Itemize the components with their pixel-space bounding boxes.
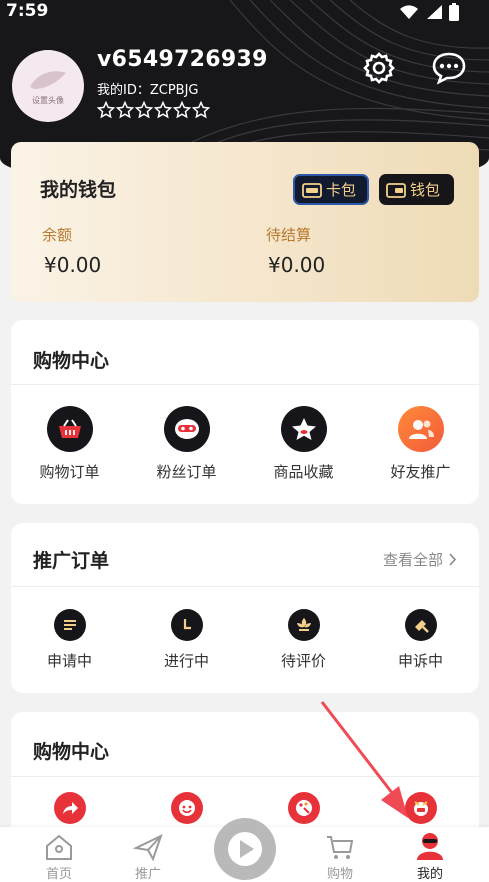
tab-promote[interactable]: 推广 xyxy=(108,833,188,882)
avatar[interactable]: 设置头像 xyxy=(12,50,84,122)
play-icon xyxy=(228,832,262,866)
divider xyxy=(11,384,479,385)
star-outline-icon xyxy=(173,101,191,119)
balance-value: ¥0.00 xyxy=(44,253,102,277)
status-time: 7:59 xyxy=(6,1,49,21)
palette-item[interactable] xyxy=(245,792,362,824)
wallet-label: 钱包 xyxy=(410,181,441,199)
chat-icon xyxy=(432,52,466,85)
view-all-label: 查看全部 xyxy=(382,551,443,569)
tab-home-label: 首页 xyxy=(45,867,72,882)
battery-icon xyxy=(449,3,459,21)
hammer-icon xyxy=(404,609,437,641)
smiley-icon xyxy=(170,792,203,824)
star-outline-icon xyxy=(154,101,172,119)
pending-label: 待结算 xyxy=(266,226,312,244)
friends-icon xyxy=(397,406,444,452)
fan-orders-label: 粉丝订单 xyxy=(156,463,217,481)
chevron-right-icon xyxy=(449,553,457,566)
promo-grid: 申请中 进行中 待评价 申诉中 xyxy=(11,609,479,671)
paper-plane-icon xyxy=(133,834,163,861)
settings-button[interactable] xyxy=(361,50,397,86)
gift-icon xyxy=(404,792,437,824)
balance-label: 余额 xyxy=(42,226,73,244)
star-outline-icon xyxy=(192,101,210,119)
user-id: 我的ID：ZCPBJG xyxy=(97,83,199,98)
shopping-center-title-2: 购物中心 xyxy=(33,741,110,763)
cart-icon xyxy=(327,836,354,859)
star-outline-icon xyxy=(116,101,134,119)
list-icon xyxy=(53,609,86,641)
share-icon xyxy=(53,792,86,824)
clock-icon xyxy=(170,609,203,641)
shopping-center-title: 购物中心 xyxy=(33,350,110,372)
shopping-orders-item[interactable]: 购物订单 xyxy=(11,406,128,482)
pending-review-item[interactable]: 待评价 xyxy=(245,609,362,671)
signal-icon xyxy=(427,5,442,19)
promo-orders-title: 推广订单 xyxy=(33,550,110,572)
card-icon xyxy=(302,182,322,198)
in-progress-item[interactable]: 进行中 xyxy=(128,609,245,671)
username: v6549726939 xyxy=(97,47,268,72)
pending-value: ¥0.00 xyxy=(268,253,326,277)
friend-promo-label: 好友推广 xyxy=(390,463,451,481)
applying-label: 申请中 xyxy=(46,652,92,670)
star-outline-icon xyxy=(97,101,115,119)
wallet-title: 我的钱包 xyxy=(40,179,117,201)
fan-orders-item[interactable]: 粉丝订单 xyxy=(128,406,245,482)
friend-promo-item[interactable]: 好友推广 xyxy=(362,406,479,482)
star-outline-icon xyxy=(135,101,153,119)
tab-shopping[interactable]: 购物 xyxy=(300,833,380,882)
wallet-card: 我的钱包 卡包 钱包 余额 ¥0.00 待结算 ¥0.00 xyxy=(11,142,479,302)
shopping-grid: 购物订单 粉丝订单 商品收藏 好友推广 xyxy=(11,406,479,482)
appealing-item[interactable]: 申诉中 xyxy=(362,609,479,671)
divider xyxy=(11,586,479,587)
tab-me[interactable]: 我的 xyxy=(390,831,470,882)
card-pack-button[interactable]: 卡包 xyxy=(293,174,369,205)
wallet-icon xyxy=(386,182,406,198)
divider xyxy=(11,776,479,777)
favorites-item[interactable]: 商品收藏 xyxy=(245,406,362,482)
flower-icon xyxy=(287,609,320,641)
promo-orders-card: 推广订单 查看全部 申请中 进行中 待评价 申诉中 xyxy=(11,523,479,693)
in-progress-label: 进行中 xyxy=(163,652,209,670)
share-item[interactable] xyxy=(11,792,128,824)
tab-promote-label: 推广 xyxy=(134,867,161,882)
appealing-label: 申诉中 xyxy=(397,652,443,670)
gift-item[interactable] xyxy=(362,792,479,824)
center-play-button[interactable] xyxy=(214,818,276,880)
pending-review-label: 待评价 xyxy=(280,652,326,670)
robot-icon xyxy=(163,406,210,452)
gear-icon xyxy=(363,52,395,84)
view-all-link[interactable]: 查看全部 xyxy=(383,549,457,570)
rating-stars xyxy=(97,101,210,119)
applying-item[interactable]: 申请中 xyxy=(11,609,128,671)
shopping-center-card: 购物中心 购物订单 粉丝订单 商品收藏 好友推广 xyxy=(11,320,479,504)
home-icon xyxy=(46,834,72,860)
status-bar: 7:59 xyxy=(0,0,489,26)
shopping-orders-label: 购物订单 xyxy=(39,463,100,481)
tab-shopping-label: 购物 xyxy=(326,867,353,882)
wallet-button[interactable]: 钱包 xyxy=(379,174,454,205)
face-item[interactable] xyxy=(128,792,245,824)
star-icon xyxy=(280,406,327,452)
user-icon xyxy=(417,833,443,860)
tab-me-label: 我的 xyxy=(416,867,443,882)
tab-home[interactable]: 首页 xyxy=(19,833,99,882)
favorites-label: 商品收藏 xyxy=(273,463,334,481)
palette-icon xyxy=(287,792,320,824)
avatar-placeholder-icon xyxy=(30,70,66,89)
status-icons xyxy=(399,3,459,21)
basket-icon xyxy=(46,406,93,452)
wifi-icon xyxy=(400,5,418,19)
messages-button[interactable] xyxy=(431,50,467,86)
card-pack-label: 卡包 xyxy=(326,181,357,199)
avatar-label: 设置头像 xyxy=(32,95,64,105)
